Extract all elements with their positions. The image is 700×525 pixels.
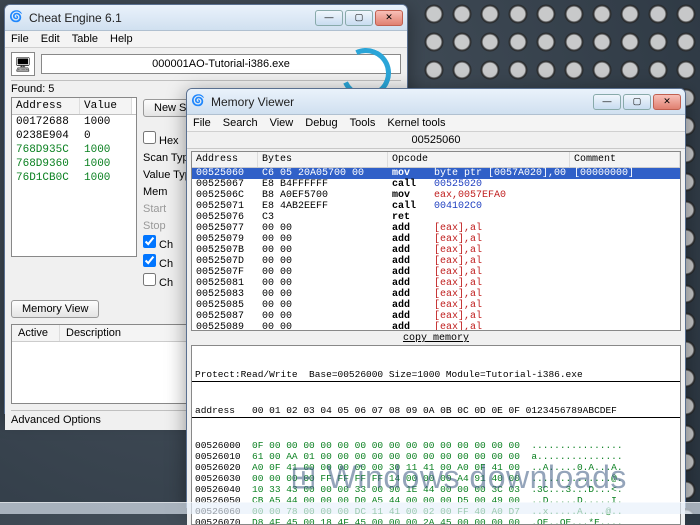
hdr-dis-bytes[interactable]: Bytes xyxy=(258,152,388,167)
mv-menu-debug[interactable]: Debug xyxy=(305,117,337,129)
hex-row[interactable]: 00526030 00 00 00 00 FF FF FF FF 14 00 0… xyxy=(192,473,680,484)
found-addresses-list[interactable]: Address Value 0017268810000238E9040768D9… xyxy=(11,97,137,257)
mv-menubar: File Search View Debug Tools Kernel tool… xyxy=(187,115,685,132)
mv-menu-kernel[interactable]: Kernel tools xyxy=(387,117,445,129)
mv-menu-search[interactable]: Search xyxy=(223,117,258,129)
mv-titlebar[interactable]: 🌀 Memory Viewer — ▢ ✕ xyxy=(187,89,685,115)
hex-row[interactable]: 00526070 D8 4F 45 00 18 4F 45 00 00 00 2… xyxy=(192,517,680,525)
ce-title: Cheat Engine 6.1 xyxy=(29,11,315,25)
mv-menu-file[interactable]: File xyxy=(193,117,211,129)
mv-maximize-button[interactable]: ▢ xyxy=(623,94,651,110)
menu-file[interactable]: File xyxy=(11,33,29,45)
addr-row[interactable]: 001726881000 xyxy=(12,115,136,129)
open-process-button[interactable]: 🖥 xyxy=(11,52,35,76)
disasm-row[interactable]: 00525060C6 05 20A05700 00movbyte ptr [00… xyxy=(192,168,680,179)
mv-menu-tools[interactable]: Tools xyxy=(350,117,376,129)
addr-row[interactable]: 768D935C1000 xyxy=(12,143,136,157)
disasm-row[interactable]: 0052507B00 00add[eax],al xyxy=(192,245,680,256)
copy-memory-link[interactable]: copy memory xyxy=(187,333,685,345)
mv-minimize-button[interactable]: — xyxy=(593,94,621,110)
hex-row[interactable]: 00526010 61 00 AA 01 00 00 00 00 00 00 0… xyxy=(192,451,680,462)
disasm-row[interactable]: 0052507D00 00add[eax],al xyxy=(192,256,680,267)
menu-table[interactable]: Table xyxy=(72,33,98,45)
hexdump-view[interactable]: Protect:Read/Write Base=00526000 Size=10… xyxy=(191,345,681,525)
hdr-dis-opcode[interactable]: Opcode xyxy=(388,152,570,167)
ce-menubar: File Edit Table Help xyxy=(5,31,407,48)
menu-edit[interactable]: Edit xyxy=(41,33,60,45)
disasm-row[interactable]: 0052508300 00add[eax],al xyxy=(192,289,680,300)
disasm-row[interactable]: 0052508100 00add[eax],al xyxy=(192,278,680,289)
menu-help[interactable]: Help xyxy=(110,33,133,45)
mv-app-icon: 🌀 xyxy=(191,94,207,110)
hdr-dis-comment[interactable]: Comment xyxy=(570,152,680,167)
hdr-value[interactable]: Value xyxy=(80,98,132,114)
memory-view-button[interactable]: Memory View xyxy=(11,300,99,318)
disasm-row[interactable]: 00525076C3ret xyxy=(192,212,680,223)
minimize-button[interactable]: — xyxy=(315,10,343,26)
addr-row[interactable]: 768D93601000 xyxy=(12,157,136,171)
mv-current-address: 00525060 xyxy=(187,132,685,149)
disassembly-view[interactable]: Address Bytes Opcode Comment 00525060C6 … xyxy=(191,151,681,331)
hdr-address[interactable]: Address xyxy=(12,98,80,114)
disasm-row[interactable]: 00525071E8 4AB2EEFFcall004102C0 xyxy=(192,201,680,212)
memory-viewer-window: 🌀 Memory Viewer — ▢ ✕ File Search View D… xyxy=(186,88,686,508)
hex-row[interactable]: 00526040 10 33 43 00 00 00 33 00 90 1E 4… xyxy=(192,484,680,495)
hex-row[interactable]: 00526020 A0 0F 41 00 00 00 00 00 30 11 4… xyxy=(192,462,680,473)
hex-row[interactable]: 00526000 0F 00 00 00 00 00 00 00 00 00 0… xyxy=(192,440,680,451)
hdr-active[interactable]: Active xyxy=(12,325,60,341)
disasm-row[interactable]: 0052508700 00add[eax],al xyxy=(192,311,680,322)
hex-protect-line: Protect:Read/Write Base=00526000 Size=10… xyxy=(192,368,680,382)
hex-header-line: address 00 01 02 03 04 05 06 07 08 09 0A… xyxy=(192,404,680,418)
addr-row[interactable]: 76D1CB0C1000 xyxy=(12,171,136,185)
disasm-row[interactable]: 0052507F00 00add[eax],al xyxy=(192,267,680,278)
taskbar[interactable] xyxy=(0,502,700,514)
app-icon: 🌀 xyxy=(9,10,25,26)
disasm-row[interactable]: 00525067E8 B4FFFFFFcall00525020 xyxy=(192,179,680,190)
addr-row[interactable]: 0238E9040 xyxy=(12,129,136,143)
disasm-row[interactable]: 0052508500 00add[eax],al xyxy=(192,300,680,311)
mv-close-button[interactable]: ✕ xyxy=(653,94,681,110)
maximize-button[interactable]: ▢ xyxy=(345,10,373,26)
disasm-row[interactable]: 0052507900 00add[eax],al xyxy=(192,234,680,245)
disasm-row[interactable]: 0052506CB8 A0EF5700moveax,0057EFA0 xyxy=(192,190,680,201)
ce-titlebar[interactable]: 🌀 Cheat Engine 6.1 — ▢ ✕ xyxy=(5,5,407,31)
hdr-dis-addr[interactable]: Address xyxy=(192,152,258,167)
disasm-row[interactable]: 0052507700 00add[eax],al xyxy=(192,223,680,234)
close-button[interactable]: ✕ xyxy=(375,10,403,26)
mv-title: Memory Viewer xyxy=(211,95,593,109)
mv-menu-view[interactable]: View xyxy=(270,117,294,129)
disasm-row[interactable]: 0052508900 00add[eax],al xyxy=(192,322,680,331)
